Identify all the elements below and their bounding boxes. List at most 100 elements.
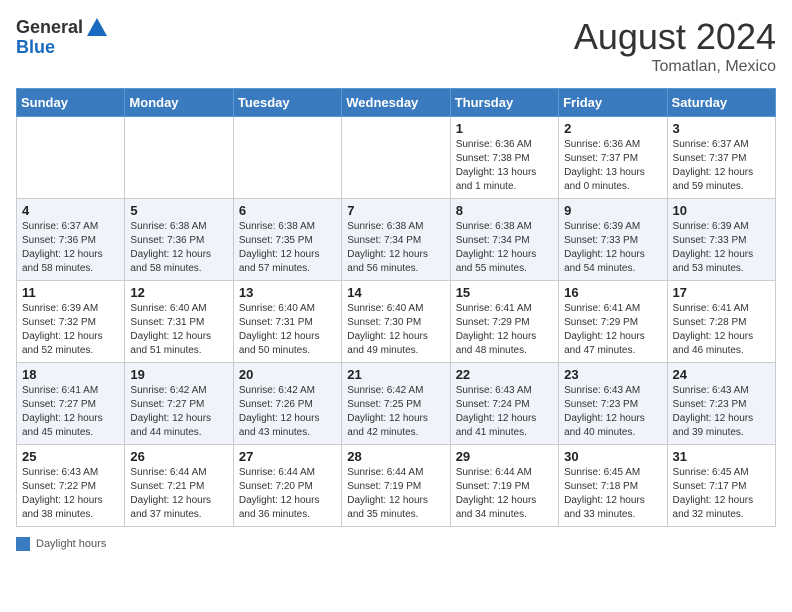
day-number: 28: [347, 449, 444, 464]
calendar-cell-w3-d3: 14Sunrise: 6:40 AMSunset: 7:30 PMDayligh…: [342, 281, 450, 363]
calendar-cell-w2-d4: 8 Sunrise: 6:38 AMSunset: 7:34 PMDaylight…: [450, 199, 558, 281]
day-info: Sunrise: 6:43 AMSunset: 7:24 PMDaylight:…: [456, 384, 553, 440]
day-number: 20: [239, 367, 336, 382]
day-info: Sunrise: 6:38 AMSunset: 7:34 PMDaylight:…: [456, 220, 553, 276]
day-info: Sunrise: 6:38 AMSunset: 7:35 PMDaylight:…: [239, 220, 336, 276]
day-number: 27: [239, 449, 336, 464]
week-row-4: 18 Sunrise: 6:41 AMSunset: 7:27 PMDayligh…: [17, 363, 776, 445]
day-number: 31: [673, 449, 770, 464]
calendar-cell-w1-d6: 3 Sunrise: 6:37 AMSunset: 7:37 PMDaylight…: [667, 117, 775, 199]
day-number: 15: [456, 285, 553, 300]
calendar-cell-w3-d6: 17 Sunrise: 6:41 AMSunset: 7:28 PMDayligh…: [667, 281, 775, 363]
day-number: 14: [347, 285, 444, 300]
day-info: Sunrise: 6:45 AMSunset: 7:17 PMDaylight:…: [673, 466, 770, 522]
day-info: Sunrise: 6:44 AMSunset: 7:19 PMDaylight:…: [456, 466, 553, 522]
calendar-cell-w5-d1: 26Sunrise: 6:44 AMSunset: 7:21 PMDayligh…: [125, 445, 233, 527]
week-row-2: 4Sunrise: 6:37 AMSunset: 7:36 PMDaylight…: [17, 199, 776, 281]
day-info: Sunrise: 6:38 AMSunset: 7:34 PMDaylight:…: [347, 220, 444, 276]
header-saturday: Saturday: [667, 89, 775, 117]
header-thursday: Thursday: [450, 89, 558, 117]
calendar-cell-w1-d3: [342, 117, 450, 199]
day-number: 18: [22, 367, 119, 382]
calendar-cell-w3-d0: 11 Sunrise: 6:39 AMSunset: 7:32 PMDayligh…: [17, 281, 125, 363]
location-title: Tomatlan, Mexico: [574, 58, 776, 76]
day-info: Sunrise: 6:36 AMSunset: 7:38 PMDaylight:…: [456, 138, 553, 194]
day-info: Sunrise: 6:40 AMSunset: 7:31 PMDaylight:…: [130, 302, 227, 358]
calendar-cell-w5-d6: 31 Sunrise: 6:45 AMSunset: 7:17 PMDayligh…: [667, 445, 775, 527]
header-wednesday: Wednesday: [342, 89, 450, 117]
day-info: Sunrise: 6:43 AMSunset: 7:23 PMDaylight:…: [564, 384, 661, 440]
calendar-cell-w4-d0: 18 Sunrise: 6:41 AMSunset: 7:27 PMDayligh…: [17, 363, 125, 445]
day-info: Sunrise: 6:44 AMSunset: 7:19 PMDaylight:…: [347, 466, 444, 522]
weekday-header-row: Sunday Monday Tuesday Wednesday Thursday…: [17, 89, 776, 117]
logo-general: General: [16, 18, 83, 36]
calendar-cell-w1-d1: [125, 117, 233, 199]
calendar-cell-w3-d4: 15Sunrise: 6:41 AMSunset: 7:29 PMDayligh…: [450, 281, 558, 363]
day-number: 29: [456, 449, 553, 464]
day-number: 8: [456, 203, 553, 218]
day-number: 23: [564, 367, 661, 382]
calendar-cell-w2-d5: 9Sunrise: 6:39 AMSunset: 7:33 PMDaylight…: [559, 199, 667, 281]
calendar-cell-w3-d1: 12 Sunrise: 6:40 AMSunset: 7:31 PMDayligh…: [125, 281, 233, 363]
day-info: Sunrise: 6:43 AMSunset: 7:22 PMDaylight:…: [22, 466, 119, 522]
day-number: 16: [564, 285, 661, 300]
logo: General Blue: [16, 16, 108, 56]
day-number: 12: [130, 285, 227, 300]
calendar-cell-w2-d2: 6Sunrise: 6:38 AMSunset: 7:35 PMDaylight…: [233, 199, 341, 281]
day-info: Sunrise: 6:39 AMSunset: 7:33 PMDaylight:…: [673, 220, 770, 276]
calendar-cell-w3-d5: 16Sunrise: 6:41 AMSunset: 7:29 PMDayligh…: [559, 281, 667, 363]
logo-blue: Blue: [16, 38, 55, 56]
day-info: Sunrise: 6:36 AMSunset: 7:37 PMDaylight:…: [564, 138, 661, 194]
header-monday: Monday: [125, 89, 233, 117]
day-info: Sunrise: 6:37 AMSunset: 7:36 PMDaylight:…: [22, 220, 119, 276]
day-info: Sunrise: 6:39 AMSunset: 7:32 PMDaylight:…: [22, 302, 119, 358]
day-number: 30: [564, 449, 661, 464]
day-number: 11: [22, 285, 119, 300]
day-number: 7: [347, 203, 444, 218]
header-tuesday: Tuesday: [233, 89, 341, 117]
day-info: Sunrise: 6:44 AMSunset: 7:21 PMDaylight:…: [130, 466, 227, 522]
calendar-cell-w2-d1: 5 Sunrise: 6:38 AMSunset: 7:36 PMDaylight…: [125, 199, 233, 281]
day-info: Sunrise: 6:38 AMSunset: 7:36 PMDaylight:…: [130, 220, 227, 276]
week-row-5: 25 Sunrise: 6:43 AMSunset: 7:22 PMDayligh…: [17, 445, 776, 527]
calendar-cell-w5-d0: 25 Sunrise: 6:43 AMSunset: 7:22 PMDayligh…: [17, 445, 125, 527]
calendar-cell-w4-d4: 22 Sunrise: 6:43 AMSunset: 7:24 PMDayligh…: [450, 363, 558, 445]
day-number: 1: [456, 121, 553, 136]
calendar-cell-w2-d0: 4Sunrise: 6:37 AMSunset: 7:36 PMDaylight…: [17, 199, 125, 281]
day-info: Sunrise: 6:43 AMSunset: 7:23 PMDaylight:…: [673, 384, 770, 440]
day-number: 17: [673, 285, 770, 300]
day-number: 25: [22, 449, 119, 464]
day-number: 3: [673, 121, 770, 136]
week-row-1: 1 Sunrise: 6:36 AMSunset: 7:38 PMDaylight…: [17, 117, 776, 199]
title-area: August 2024 Tomatlan, Mexico: [574, 16, 776, 76]
day-number: 13: [239, 285, 336, 300]
day-number: 21: [347, 367, 444, 382]
day-info: Sunrise: 6:41 AMSunset: 7:28 PMDaylight:…: [673, 302, 770, 358]
day-info: Sunrise: 6:45 AMSunset: 7:18 PMDaylight:…: [564, 466, 661, 522]
calendar-cell-w1-d4: 1 Sunrise: 6:36 AMSunset: 7:38 PMDaylight…: [450, 117, 558, 199]
day-number: 22: [456, 367, 553, 382]
day-info: Sunrise: 6:37 AMSunset: 7:37 PMDaylight:…: [673, 138, 770, 194]
week-row-3: 11 Sunrise: 6:39 AMSunset: 7:32 PMDayligh…: [17, 281, 776, 363]
calendar-cell-w1-d0: [17, 117, 125, 199]
calendar-cell-w4-d5: 23 Sunrise: 6:43 AMSunset: 7:23 PMDayligh…: [559, 363, 667, 445]
calendar-table: Sunday Monday Tuesday Wednesday Thursday…: [16, 88, 776, 527]
calendar-cell-w5-d2: 27Sunrise: 6:44 AMSunset: 7:20 PMDayligh…: [233, 445, 341, 527]
calendar-cell-w4-d3: 21Sunrise: 6:42 AMSunset: 7:25 PMDayligh…: [342, 363, 450, 445]
day-info: Sunrise: 6:41 AMSunset: 7:27 PMDaylight:…: [22, 384, 119, 440]
day-number: 19: [130, 367, 227, 382]
calendar-cell-w4-d6: 24Sunrise: 6:43 AMSunset: 7:23 PMDayligh…: [667, 363, 775, 445]
month-title: August 2024: [574, 16, 776, 58]
header-friday: Friday: [559, 89, 667, 117]
header-sunday: Sunday: [17, 89, 125, 117]
day-number: 10: [673, 203, 770, 218]
day-number: 5: [130, 203, 227, 218]
calendar-cell-w5-d3: 28 Sunrise: 6:44 AMSunset: 7:19 PMDayligh…: [342, 445, 450, 527]
calendar-cell-w2-d6: 10 Sunrise: 6:39 AMSunset: 7:33 PMDayligh…: [667, 199, 775, 281]
logo-triangle-icon: [86, 16, 108, 38]
daylight-label: Daylight hours: [36, 538, 106, 550]
calendar-cell-w5-d5: 30 Sunrise: 6:45 AMSunset: 7:18 PMDayligh…: [559, 445, 667, 527]
daylight-legend-box: [16, 537, 30, 551]
page-header: General Blue August 2024 Tomatlan, Mexic…: [16, 16, 776, 76]
day-info: Sunrise: 6:39 AMSunset: 7:33 PMDaylight:…: [564, 220, 661, 276]
